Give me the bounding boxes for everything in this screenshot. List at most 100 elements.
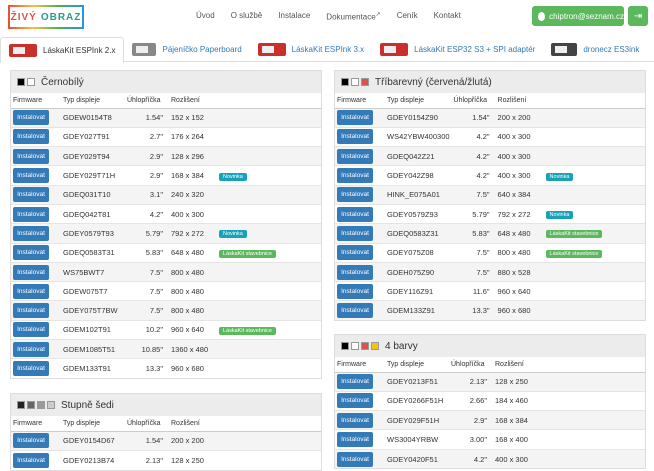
table-row: Instalovat GDEM133Z91 13.3" 960 x 680 bbox=[335, 300, 645, 321]
display-type: GDEQ042Z21 bbox=[385, 146, 452, 166]
display-type: WS75BWT7 bbox=[61, 261, 125, 282]
external-link-icon: ↗ bbox=[375, 12, 381, 18]
resolution: 960 x 640 bbox=[169, 319, 217, 340]
resolution: 128 x 296 bbox=[169, 146, 217, 166]
install-button[interactable]: Instalovat bbox=[337, 412, 373, 428]
table-row: Instalovat GDEY0266F51H 2.66" 184 x 460 bbox=[335, 390, 645, 411]
table-row: Instalovat GDEY029T94 2.9" 128 x 296 bbox=[11, 146, 321, 166]
install-button[interactable]: Instalovat bbox=[337, 206, 373, 222]
install-button[interactable]: Instalovat bbox=[13, 110, 49, 126]
install-button[interactable]: Instalovat bbox=[337, 168, 373, 184]
resolution: 960 x 680 bbox=[495, 300, 544, 321]
table-row: Instalovat GDEY0154D67 1.54" 200 x 200 bbox=[11, 430, 321, 451]
table-row: Instalovat GDEQ0583Z31 5.83" 648 x 480 Láska… bbox=[335, 223, 645, 244]
column-header bbox=[217, 93, 321, 109]
install-button[interactable]: Instalovat bbox=[13, 168, 49, 184]
resolution: 400 x 300 bbox=[493, 448, 541, 469]
display-type: GDEM102T91 bbox=[61, 319, 125, 340]
column-header: Firmware bbox=[11, 93, 61, 109]
install-button[interactable]: Instalovat bbox=[13, 283, 49, 299]
resolution: 792 x 272 bbox=[495, 203, 544, 224]
color-swatch bbox=[351, 342, 359, 350]
install-button[interactable]: Instalovat bbox=[13, 452, 49, 468]
tab-label: dronecz ES3ink bbox=[583, 45, 640, 54]
install-button[interactable]: Instalovat bbox=[337, 432, 373, 448]
nav-link-4[interactable]: Ceník bbox=[397, 11, 418, 22]
tab-label: LáskaKit ESPInk 3.x bbox=[291, 45, 365, 54]
install-button[interactable]: Instalovat bbox=[337, 264, 373, 280]
resolution: 792 x 272 bbox=[169, 223, 217, 244]
display-type: GDEQ031T10 bbox=[61, 184, 125, 205]
table-row: Instalovat GDEY0420F51 4.2" 400 x 300 bbox=[335, 448, 645, 469]
diagonal: 10.2" bbox=[125, 319, 169, 340]
display-type: GDEW0154T8 bbox=[61, 107, 125, 128]
column-header: Firmware bbox=[335, 93, 385, 109]
table-row: Instalovat GDEY0579Z93 5.79" 792 x 272 Novin… bbox=[335, 203, 645, 224]
diagonal: 2.9" bbox=[125, 165, 169, 186]
resolution: 960 x 640 bbox=[495, 281, 544, 301]
tab-3[interactable]: LáskaKit ESP32 S3 + SPI adaptér bbox=[372, 37, 543, 62]
install-button[interactable]: Instalovat bbox=[13, 361, 49, 377]
table-row: Instalovat WS75BWT7 7.5" 800 x 480 bbox=[11, 261, 321, 282]
resolution: 168 x 400 bbox=[493, 429, 541, 450]
install-button[interactable]: Instalovat bbox=[13, 225, 49, 241]
nav-link-1[interactable]: O službě bbox=[231, 11, 263, 22]
status-badge: Novinka bbox=[545, 172, 574, 181]
tab-2[interactable]: LáskaKit ESPInk 3.x bbox=[250, 37, 372, 62]
tab-4[interactable]: dronecz ES3ink bbox=[543, 37, 647, 62]
display-type: GDEY029T94 bbox=[61, 146, 125, 166]
table-row: Instalovat GDEQ042Z21 4.2" 400 x 300 bbox=[335, 146, 645, 166]
install-button[interactable]: Instalovat bbox=[337, 393, 373, 409]
display-type: GDEY0420F51 bbox=[385, 448, 449, 469]
install-button[interactable]: Instalovat bbox=[337, 110, 373, 126]
logout-icon: ⇥ bbox=[633, 10, 643, 22]
nav-link-2[interactable]: Instalace bbox=[278, 11, 310, 22]
logo[interactable]: ŽIVÝ OBRAZ bbox=[8, 5, 84, 29]
tab-label: Pájeníčko Paperboard bbox=[162, 45, 242, 54]
resolution: 400 x 300 bbox=[495, 146, 544, 166]
install-button[interactable]: Instalovat bbox=[13, 341, 49, 357]
column-header: Rozlišení bbox=[169, 416, 217, 432]
diagonal: 4.2" bbox=[449, 448, 493, 469]
status-badge: Novinka bbox=[219, 172, 247, 181]
install-button[interactable]: Instalovat bbox=[13, 264, 49, 280]
diagonal: 2.9" bbox=[125, 146, 169, 166]
panel-title: Tříbarevný (červená/žlutá) bbox=[375, 76, 492, 88]
install-button[interactable]: Instalovat bbox=[13, 322, 49, 338]
table-row: Instalovat GDEQ031T10 3.1" 240 x 320 bbox=[11, 184, 321, 205]
install-button[interactable]: Instalovat bbox=[337, 129, 373, 145]
install-button[interactable]: Instalovat bbox=[337, 451, 373, 467]
install-button[interactable]: Instalovat bbox=[13, 148, 49, 164]
display-type: GDEY027T91 bbox=[61, 126, 125, 147]
install-button[interactable]: Instalovat bbox=[337, 303, 373, 319]
display-type: GDEM1085T51 bbox=[61, 339, 125, 359]
diagonal: 4.2" bbox=[451, 146, 496, 166]
install-button[interactable]: Instalovat bbox=[337, 187, 373, 203]
logout-button[interactable]: ⇥ bbox=[628, 6, 648, 26]
column-header: Úhlopříčka bbox=[125, 93, 169, 109]
tab-0[interactable]: LáskaKit ESPInk 2.x bbox=[0, 37, 125, 63]
install-button[interactable]: Instalovat bbox=[13, 187, 49, 203]
status-badge: Novinka bbox=[545, 211, 574, 220]
install-button[interactable]: Instalovat bbox=[337, 225, 373, 241]
color-swatch bbox=[341, 342, 349, 350]
install-button[interactable]: Instalovat bbox=[337, 374, 373, 390]
install-button[interactable]: Instalovat bbox=[13, 129, 49, 145]
install-button[interactable]: Instalovat bbox=[13, 303, 49, 319]
install-button[interactable]: Instalovat bbox=[337, 283, 373, 299]
panel-heading: Stupně šedi bbox=[11, 394, 321, 416]
nav-link-3[interactable]: Dokumentace↗ bbox=[326, 11, 380, 22]
install-button[interactable]: Instalovat bbox=[13, 206, 49, 222]
user-button[interactable]: chiptron@seznam.cz bbox=[532, 6, 624, 26]
tab-1[interactable]: Pájeníčko Paperboard bbox=[124, 37, 249, 62]
install-button[interactable]: Instalovat bbox=[337, 148, 373, 164]
panel-title: 4 barvy bbox=[385, 340, 418, 352]
display-type: HINK_E075A01 bbox=[385, 184, 452, 205]
install-button[interactable]: Instalovat bbox=[13, 433, 49, 449]
nav-link-0[interactable]: Úvod bbox=[196, 11, 215, 22]
nav-link-5[interactable]: Kontakt bbox=[434, 11, 461, 22]
install-button[interactable]: Instalovat bbox=[337, 245, 373, 261]
diagonal: 7.5" bbox=[125, 300, 169, 321]
table-row: Instalovat GDEY0579T93 5.79" 792 x 272 Novin… bbox=[11, 223, 321, 244]
install-button[interactable]: Instalovat bbox=[13, 245, 49, 261]
